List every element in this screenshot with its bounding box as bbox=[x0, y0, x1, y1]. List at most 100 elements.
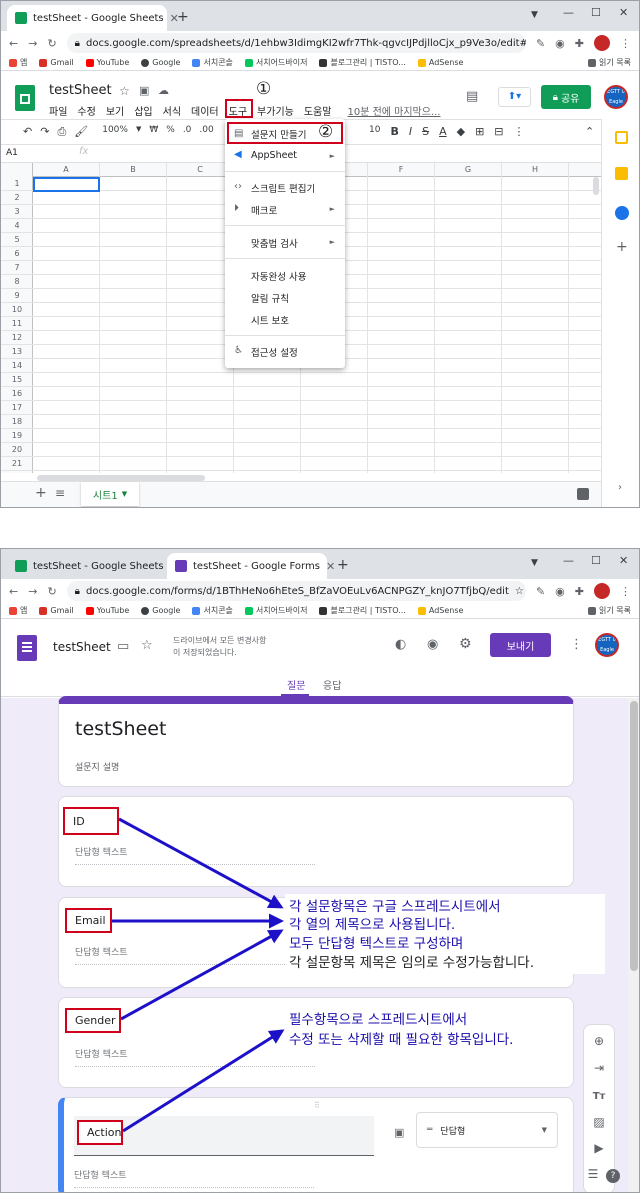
question-title-email[interactable]: Email bbox=[65, 908, 112, 933]
row-header[interactable]: 6 bbox=[1, 247, 33, 261]
keep-icon[interactable] bbox=[615, 167, 628, 180]
column-header[interactable]: A bbox=[33, 163, 100, 177]
maximize-icon[interactable]: ☐ bbox=[591, 6, 601, 19]
decrease-decimal-button[interactable]: .0 bbox=[183, 125, 192, 139]
borders-icon[interactable]: ⊞ bbox=[475, 125, 484, 138]
url-field[interactable]: 🔒︎ docs.google.com/spreadsheets/d/1ehbw3… bbox=[66, 33, 526, 53]
redo-icon[interactable]: ↷ bbox=[40, 125, 49, 139]
row-header[interactable]: 2 bbox=[1, 191, 33, 205]
explore-icon[interactable] bbox=[577, 488, 589, 500]
profile-avatar[interactable] bbox=[594, 35, 610, 51]
question-title-gender[interactable]: Gender bbox=[65, 1008, 121, 1033]
star-icon[interactable]: ☆ bbox=[119, 84, 130, 98]
row-header[interactable]: 18 bbox=[1, 415, 33, 429]
increase-decimal-button[interactable]: .00 bbox=[199, 125, 213, 139]
reload-icon[interactable]: ↻ bbox=[47, 37, 56, 50]
back-icon[interactable]: ← bbox=[9, 37, 18, 50]
move-folder-icon[interactable]: ▣ bbox=[139, 84, 149, 97]
row-header[interactable]: 15 bbox=[1, 373, 33, 387]
comments-icon[interactable]: ▤ bbox=[466, 89, 478, 104]
column-header[interactable]: B bbox=[100, 163, 167, 177]
menu-item-protect-sheet[interactable]: 시트 보호 bbox=[251, 313, 289, 327]
bookmark-adsense[interactable]: AdSense bbox=[417, 58, 463, 67]
bookmark-gmail[interactable]: Gmail bbox=[39, 58, 74, 67]
menu-insert[interactable]: 삽입 bbox=[134, 103, 152, 118]
more-icon[interactable]: ⋮ bbox=[514, 125, 525, 138]
vertical-scrollbar[interactable] bbox=[593, 177, 599, 195]
column-header[interactable]: F bbox=[368, 163, 435, 177]
row-header[interactable]: 21 bbox=[1, 457, 33, 471]
row-header[interactable]: 9 bbox=[1, 289, 33, 303]
last-edit-link[interactable]: 10분 전에 마지막으... bbox=[347, 103, 440, 118]
share-button[interactable]: 🔒︎ 공유 bbox=[541, 85, 591, 109]
extension-icon[interactable]: ◉ bbox=[555, 37, 565, 50]
all-sheets-icon[interactable]: ≡ bbox=[55, 486, 65, 500]
row-header[interactable]: 11 bbox=[1, 317, 33, 331]
print-icon[interactable]: ⎙ bbox=[57, 125, 66, 139]
row-header[interactable]: 4 bbox=[1, 219, 33, 233]
reading-list[interactable]: 읽기 목록 bbox=[588, 57, 631, 68]
menu-item-accessibility[interactable]: 접근성 설정 bbox=[251, 345, 298, 359]
row-header[interactable]: 19 bbox=[1, 429, 33, 443]
bookmark-tistory[interactable]: 블로그관리 | TISTO... bbox=[319, 57, 406, 68]
bookmark-youtube[interactable]: YouTube bbox=[85, 58, 129, 67]
new-tab-icon[interactable]: + bbox=[177, 9, 189, 25]
close-window-icon[interactable]: ✕ bbox=[619, 6, 628, 19]
account-avatar[interactable]: EGTT 0 Eagle bbox=[604, 85, 628, 109]
zoom-select[interactable]: 100% bbox=[102, 125, 128, 139]
row-header[interactable]: 17 bbox=[1, 401, 33, 415]
menu-item-notification-rules[interactable]: 알림 규칙 bbox=[251, 291, 289, 305]
font-size-select[interactable]: 10 bbox=[369, 125, 380, 138]
row-header[interactable]: 16 bbox=[1, 387, 33, 401]
row-header[interactable]: 5 bbox=[1, 233, 33, 247]
extension-pen-icon[interactable]: ✎ bbox=[536, 37, 545, 50]
bookmark-searchconsole[interactable]: 서치콘솔 bbox=[192, 57, 233, 68]
menu-item-spell-check[interactable]: 맞춤법 검사 bbox=[251, 236, 298, 250]
menu-format[interactable]: 서식 bbox=[163, 103, 181, 118]
puzzle-icon[interactable]: ✚ bbox=[575, 37, 584, 50]
calendar-icon[interactable] bbox=[615, 131, 628, 144]
row-header[interactable]: 12 bbox=[1, 331, 33, 345]
collapse-toolbar-icon[interactable]: ⌃ bbox=[585, 125, 594, 138]
menu-item-macro[interactable]: 매크로 bbox=[251, 203, 277, 217]
question-title-action[interactable]: Action bbox=[77, 1120, 123, 1145]
present-button[interactable]: ⬆▾ bbox=[498, 87, 531, 107]
name-box[interactable]: A1 bbox=[6, 148, 18, 158]
menu-file[interactable]: 파일 bbox=[49, 103, 67, 118]
add-sheet-icon[interactable]: + bbox=[35, 485, 47, 501]
minimize-icon[interactable]: — bbox=[563, 6, 574, 19]
tasks-icon[interactable] bbox=[615, 206, 629, 220]
row-header[interactable]: 8 bbox=[1, 275, 33, 289]
bookmark-searchadvisor[interactable]: 서치어드바이저 bbox=[244, 57, 307, 68]
currency-format-button[interactable]: ₩ bbox=[149, 125, 158, 139]
row-header[interactable]: 13 bbox=[1, 345, 33, 359]
row-header[interactable]: 14 bbox=[1, 359, 33, 373]
text-color-icon[interactable]: A bbox=[439, 125, 447, 138]
question-title-id[interactable]: ID bbox=[63, 807, 119, 835]
column-header[interactable]: G bbox=[435, 163, 502, 177]
row-header[interactable]: 3 bbox=[1, 205, 33, 219]
menu-data[interactable]: 데이터 bbox=[191, 103, 219, 118]
row-header[interactable]: 10 bbox=[1, 303, 33, 317]
merge-icon[interactable]: ⊟ bbox=[494, 125, 503, 138]
menu-item-script-editor[interactable]: 스크립트 편집기 bbox=[251, 181, 315, 195]
forward-icon[interactable]: → bbox=[28, 37, 37, 50]
row-header[interactable]: 1 bbox=[1, 177, 33, 191]
sheet-tab-active[interactable]: 시트1 ▼ bbox=[81, 482, 139, 506]
undo-icon[interactable]: ↶ bbox=[23, 125, 32, 139]
menu-addons[interactable]: 부가기능 bbox=[257, 103, 294, 118]
menu-item-appsheet[interactable]: AppSheet bbox=[251, 150, 297, 161]
strikethrough-icon[interactable]: S bbox=[422, 125, 429, 138]
add-addon-icon[interactable]: + bbox=[616, 239, 628, 255]
percent-format-button[interactable]: % bbox=[166, 125, 175, 139]
kebab-menu-icon[interactable]: ⋮ bbox=[620, 37, 631, 50]
bookmark-apps[interactable]: 앱 bbox=[9, 57, 27, 68]
browser-tab-sheets[interactable]: testSheet - Google Sheets ✕ bbox=[7, 5, 179, 31]
fill-color-icon[interactable]: ◆ bbox=[457, 125, 465, 138]
italic-icon[interactable]: I bbox=[409, 125, 412, 138]
menu-edit[interactable]: 수정 bbox=[77, 103, 95, 118]
menu-item-autocomplete[interactable]: 자동완성 사용 bbox=[251, 269, 306, 283]
doc-title[interactable]: testSheet bbox=[49, 83, 112, 98]
row-header[interactable]: 20 bbox=[1, 443, 33, 457]
bookmark-google[interactable]: Google bbox=[141, 58, 180, 67]
